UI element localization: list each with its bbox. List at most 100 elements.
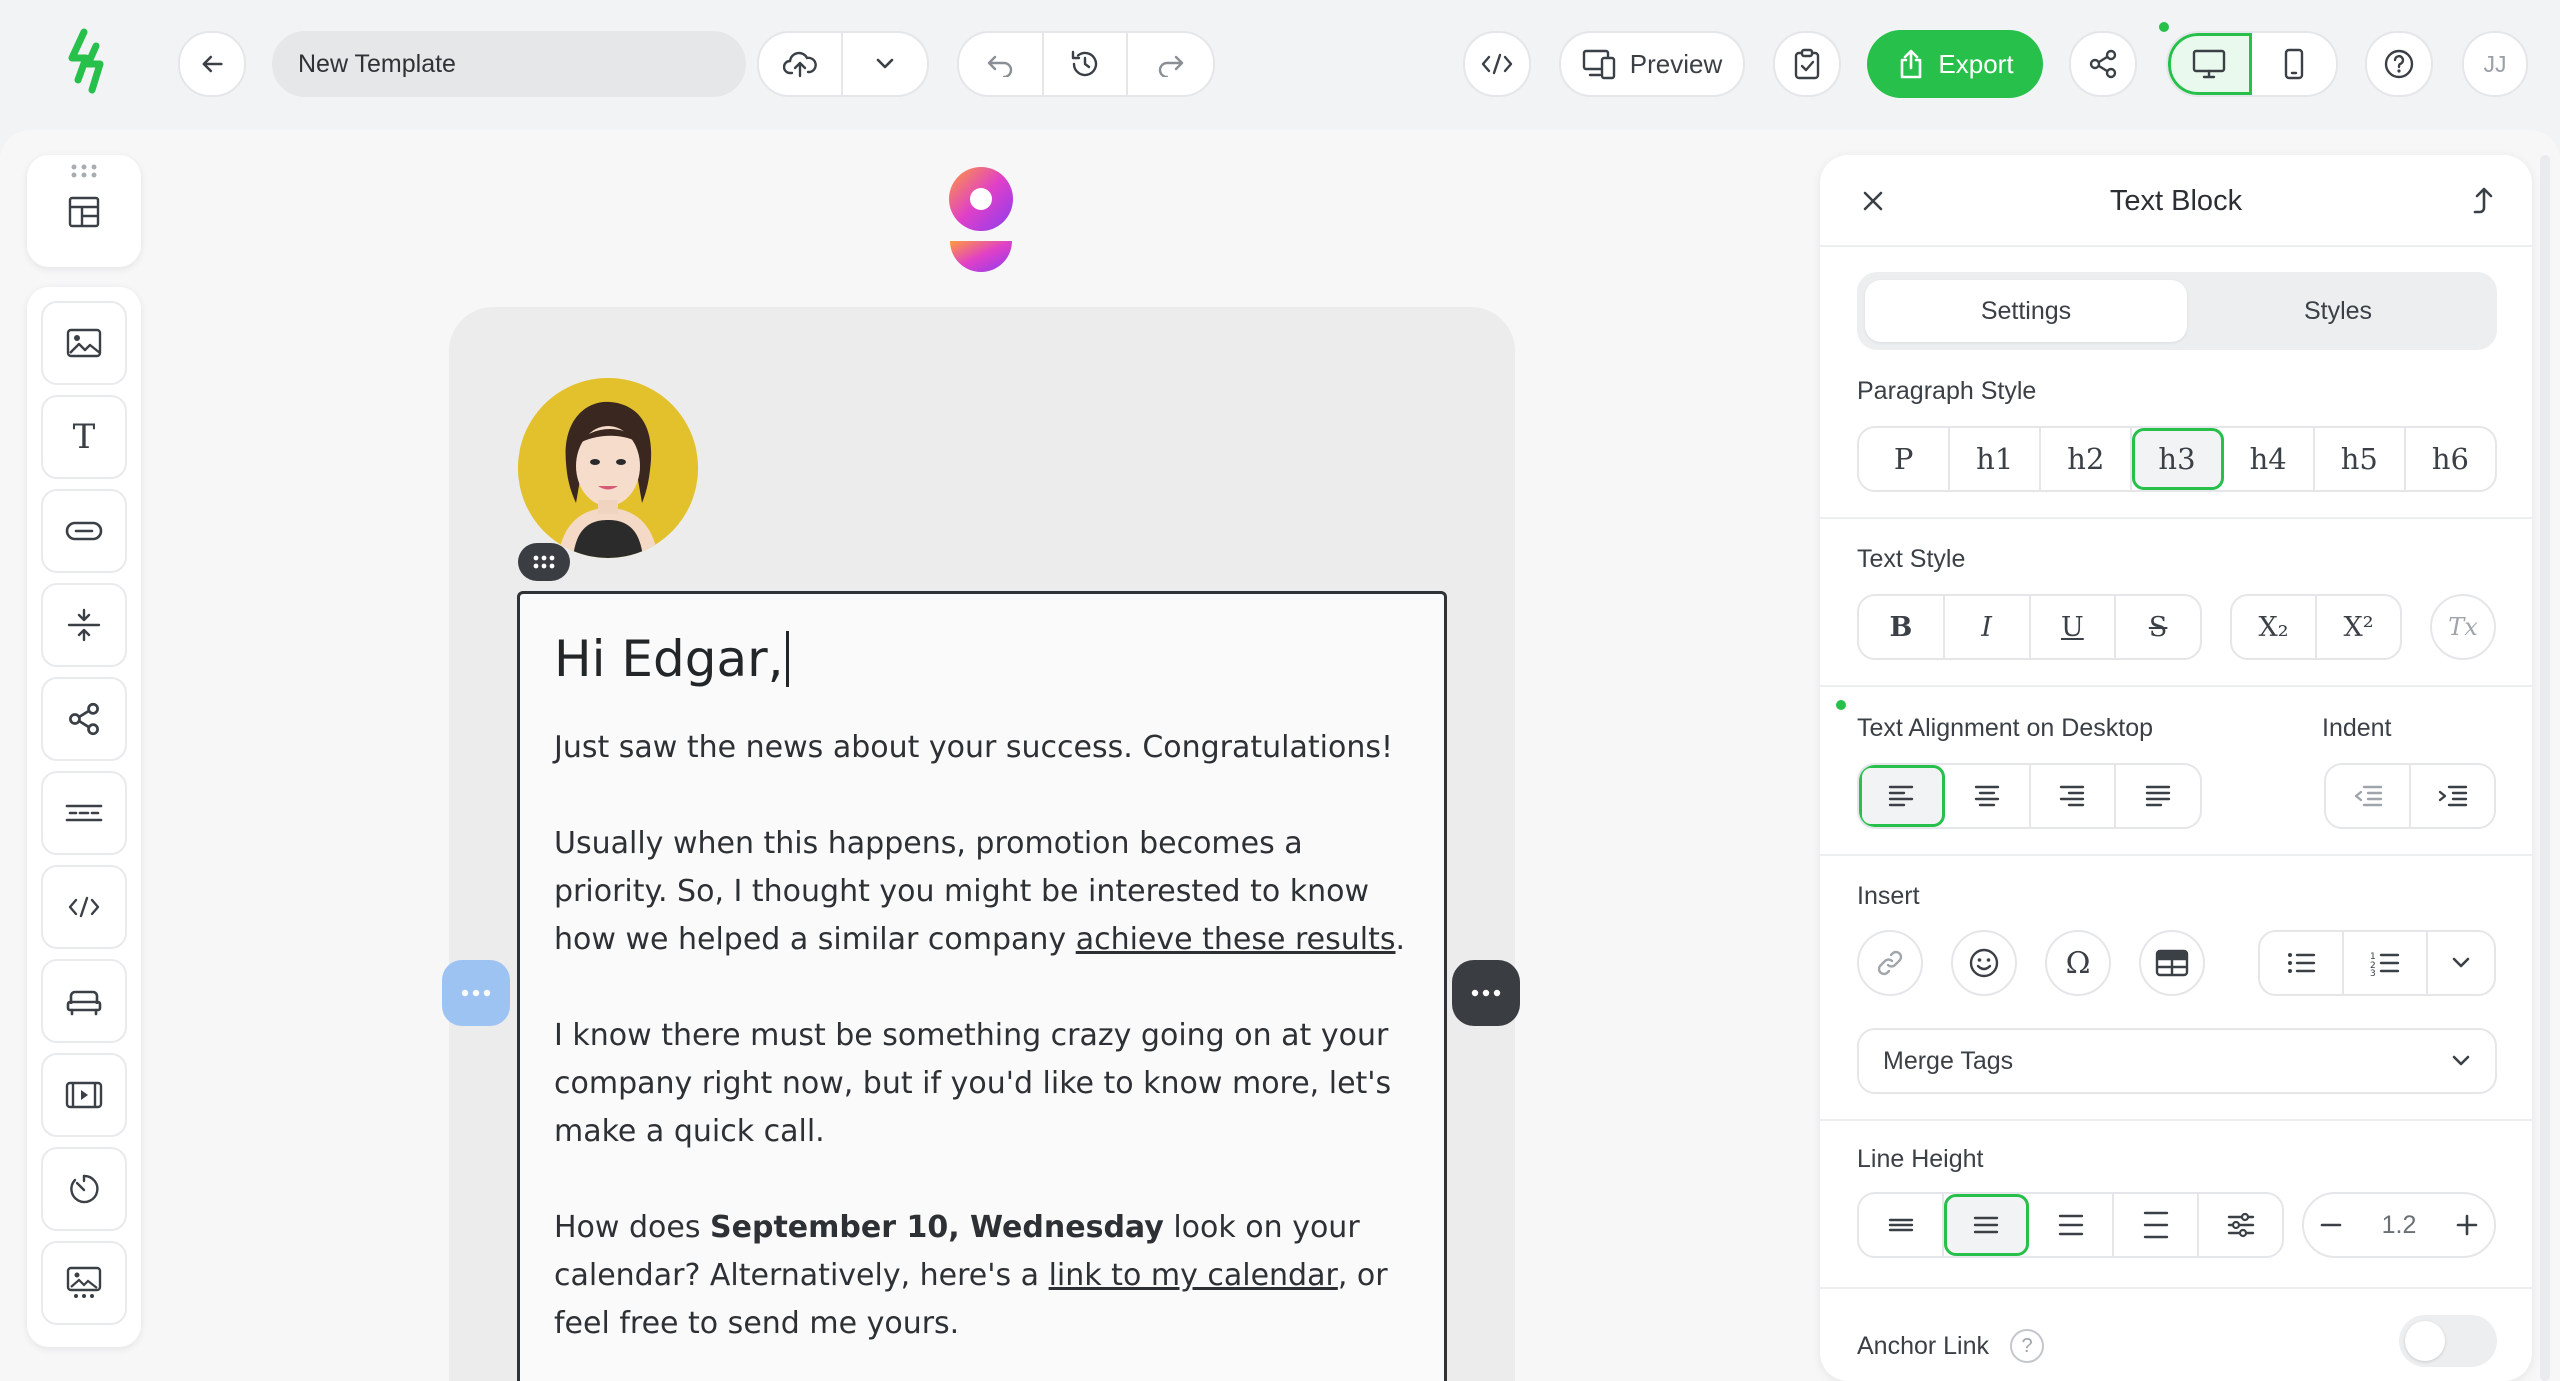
email-heading[interactable]: Hi Edgar, <box>554 630 1410 688</box>
list-group: 123 <box>2258 930 2496 996</box>
align-right-button[interactable] <box>2031 765 2117 827</box>
panel-scrollbar[interactable] <box>2540 155 2550 1381</box>
paragraph-h5[interactable]: h5 <box>2315 428 2406 490</box>
app-logo[interactable] <box>66 28 110 98</box>
share-icon <box>67 702 101 736</box>
tab-styles[interactable]: Styles <box>2187 280 2489 342</box>
text-block-button[interactable]: T <box>41 395 127 479</box>
clear-format-button[interactable]: Tx <box>2430 594 2496 660</box>
collapse-arrow-icon[interactable] <box>2468 185 2494 215</box>
omega-icon: Ω <box>2065 945 2091 981</box>
align-center-button[interactable] <box>1945 765 2031 827</box>
text-block-settings-panel: Text Block Settings Styles Paragraph Sty… <box>1820 155 2532 1381</box>
redo-button[interactable] <box>1128 33 1213 95</box>
save-group <box>757 31 929 97</box>
line-height-compact-button[interactable] <box>1859 1194 1944 1256</box>
paragraph-h6[interactable]: h6 <box>2406 428 2495 490</box>
save-cloud-button[interactable] <box>759 33 844 95</box>
html-block-button[interactable] <box>41 865 127 949</box>
paragraph-h3[interactable]: h3 <box>2132 428 2224 490</box>
user-avatar[interactable]: JJ <box>2462 31 2528 97</box>
timer-block-button[interactable] <box>41 1147 127 1231</box>
subscript-button[interactable]: X₂ <box>2232 596 2317 658</box>
superscript-button[interactable]: X² <box>2317 596 2400 658</box>
insert-label: Insert <box>1857 882 1920 910</box>
user-initials: JJ <box>2483 50 2507 77</box>
line-height-value[interactable]: 1.2 <box>2382 1211 2417 1240</box>
desktop-view-button[interactable] <box>2168 33 2253 95</box>
panel-tabs: Settings Styles <box>1857 272 2497 350</box>
product-block-button[interactable] <box>41 959 127 1043</box>
structure-options-button[interactable] <box>442 960 510 1026</box>
anchor-link-help-icon[interactable]: ? <box>2010 1329 2044 1363</box>
line-height-normal-button[interactable] <box>1944 1194 2029 1256</box>
tab-settings[interactable]: Settings <box>1865 280 2187 342</box>
test-checklist-button[interactable] <box>1773 31 1841 97</box>
align-justify-button[interactable] <box>2116 765 2200 827</box>
numbered-list-button[interactable]: 123 <box>2344 932 2429 994</box>
outdent-button[interactable] <box>2326 765 2411 827</box>
share-button[interactable] <box>2069 31 2137 97</box>
block-options-button[interactable] <box>1452 960 1520 1026</box>
smartphone-icon <box>2284 48 2304 80</box>
paragraph-h2[interactable]: h2 <box>2041 428 2133 490</box>
history-button[interactable] <box>1044 33 1129 95</box>
link-icon <box>1875 948 1905 978</box>
avatar[interactable] <box>518 378 698 558</box>
spacer-block-button[interactable] <box>41 583 127 667</box>
insert-link-button[interactable] <box>1857 930 1923 996</box>
devices-icon <box>1582 48 1618 80</box>
text-icon: T <box>72 417 96 457</box>
video-block-button[interactable] <box>41 1053 127 1137</box>
line-height-loose-icon <box>2142 1211 2170 1239</box>
help-button[interactable] <box>2365 31 2433 97</box>
line-height-custom-button[interactable] <box>2199 1194 2282 1256</box>
chevron-down-icon <box>874 57 896 71</box>
paragraph-p[interactable]: P <box>1859 428 1951 490</box>
insert-special-char-button[interactable]: Ω <box>2045 930 2111 996</box>
text-style-group: B I U S <box>1857 594 2202 660</box>
merge-tags-select[interactable]: Merge Tags <box>1857 1028 2497 1094</box>
paragraph-style-label: Paragraph Style <box>1857 377 2037 405</box>
export-button[interactable]: Export <box>1867 30 2043 98</box>
underline-button[interactable]: U <box>2031 596 2117 658</box>
indent-button[interactable] <box>2411 765 2494 827</box>
calendar-link[interactable]: link to my calendar <box>1049 1258 1338 1293</box>
insert-emoji-button[interactable] <box>1951 930 2017 996</box>
script-style-group: X₂ X² <box>2230 594 2402 660</box>
panel-title: Text Block <box>2109 185 2243 217</box>
divider <box>1820 854 2532 856</box>
avatar-drag-handle[interactable] <box>518 543 570 581</box>
anchor-link-toggle[interactable] <box>2399 1315 2497 1367</box>
save-options-dropdown[interactable] <box>843 33 927 95</box>
italic-button[interactable]: I <box>1945 596 2031 658</box>
minus-icon[interactable] <box>2320 1223 2342 1227</box>
bold-button[interactable]: B <box>1859 596 1945 658</box>
line-height-relaxed-button[interactable] <box>2029 1194 2114 1256</box>
back-button[interactable] <box>178 31 246 97</box>
plus-icon[interactable] <box>2456 1214 2478 1236</box>
blocks-panel-toggle[interactable] <box>27 155 141 267</box>
template-name-input[interactable]: New Template <box>272 31 746 97</box>
paragraph-h4[interactable]: h4 <box>2224 428 2315 490</box>
preview-button[interactable]: Preview <box>1559 31 1745 97</box>
paragraph-h1[interactable]: h1 <box>1950 428 2042 490</box>
button-block-button[interactable] <box>41 489 127 573</box>
align-left-button[interactable] <box>1859 765 1945 827</box>
undo-button[interactable] <box>959 33 1044 95</box>
gallery-block-button[interactable] <box>41 1241 127 1325</box>
code-view-button[interactable] <box>1463 31 1531 97</box>
social-block-button[interactable] <box>41 677 127 761</box>
layout-blocks-icon <box>67 195 101 229</box>
list-options-dropdown[interactable] <box>2428 932 2494 994</box>
strikethrough-button[interactable]: S <box>2116 596 2200 658</box>
line-height-loose-button[interactable] <box>2114 1194 2199 1256</box>
image-block-button[interactable] <box>41 301 127 385</box>
insert-table-button[interactable] <box>2139 930 2205 996</box>
divider <box>1820 1119 2532 1121</box>
bulleted-list-button[interactable] <box>2260 932 2345 994</box>
results-link[interactable]: achieve these results <box>1076 922 1396 957</box>
menu-block-button[interactable] <box>41 771 127 855</box>
selected-text-block[interactable]: Hi Edgar, Just saw the news about your s… <box>517 591 1447 1381</box>
mobile-view-button[interactable] <box>2252 33 2336 95</box>
